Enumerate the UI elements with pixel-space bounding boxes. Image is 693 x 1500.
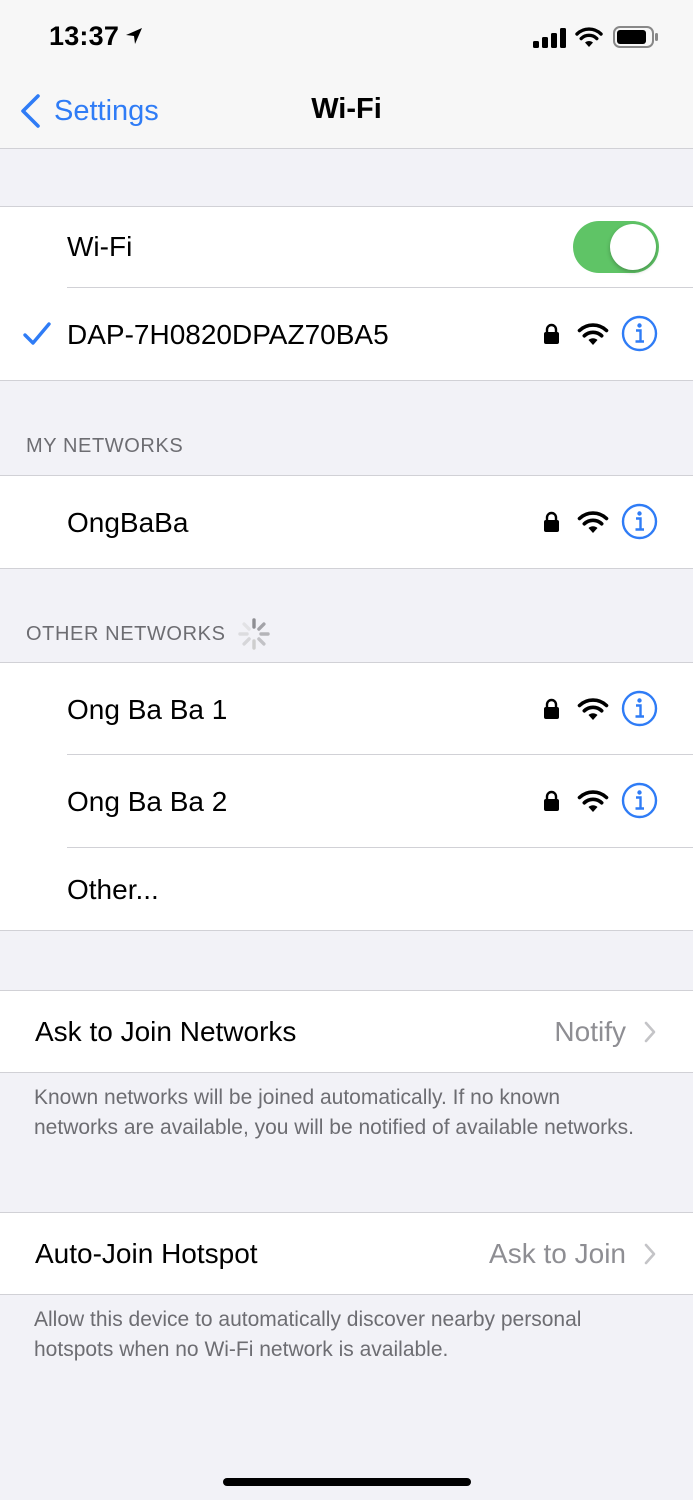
wifi-toggle-label: Wi-Fi [67, 231, 133, 262]
chevron-right-icon [644, 1021, 656, 1043]
network-name: Ong Ba Ba 2 [67, 786, 228, 817]
cellular-signal-icon [533, 28, 566, 48]
wifi-signal-icon [577, 790, 609, 812]
my-networks-header: MY NETWORKS [26, 435, 184, 457]
toggle-knob [610, 224, 656, 270]
location-arrow-icon [126, 28, 142, 44]
auto-join-hotspot-label: Auto-Join Hotspot [35, 1238, 258, 1269]
checkmark-icon [23, 322, 51, 345]
wifi-toggle[interactable] [573, 221, 659, 273]
lock-icon [544, 323, 559, 344]
auto-join-hotspot-footer: Allow this device to automatically disco… [34, 1308, 582, 1361]
auto-join-hotspot-row[interactable]: Auto-Join Hotspot Ask to Join [0, 1213, 693, 1294]
info-icon[interactable] [621, 690, 658, 727]
wifi-signal-icon [577, 511, 609, 533]
network-row[interactable]: Ong Ba Ba 1 [0, 663, 693, 755]
wifi-signal-icon [577, 323, 609, 345]
network-row[interactable]: OngBaBa [0, 476, 693, 568]
info-icon[interactable] [621, 503, 658, 540]
battery-icon [613, 26, 658, 48]
connected-network-row[interactable]: DAP-7H0820DPAZ70BA5 [0, 288, 693, 380]
status-bar: 13:37 [0, 0, 693, 76]
other-networks-group: Ong Ba Ba 1 Ong Ba Ba 2 Other... [0, 662, 693, 931]
status-time: 13:37 [49, 21, 120, 51]
other-network-row[interactable]: Other... [0, 848, 693, 930]
lock-icon [544, 511, 559, 532]
nav-bar: Settings Wi-Fi [0, 76, 693, 149]
home-indicator[interactable] [223, 1478, 471, 1486]
info-icon[interactable] [621, 782, 658, 819]
network-name: Ong Ba Ba 1 [67, 694, 228, 725]
wifi-status-icon [575, 27, 603, 47]
ask-to-join-label: Ask to Join Networks [35, 1016, 297, 1047]
auto-join-hotspot-group: Auto-Join Hotspot Ask to Join [0, 1212, 693, 1295]
loading-spinner-icon [238, 618, 270, 650]
ask-to-join-value: Notify [554, 1016, 626, 1047]
lock-icon [544, 698, 559, 719]
page-title: Wi-Fi [311, 93, 382, 125]
connected-network-name: DAP-7H0820DPAZ70BA5 [67, 319, 389, 350]
wifi-group: Wi-Fi DAP-7H0820DPAZ70BA5 [0, 206, 693, 381]
auto-join-hotspot-value: Ask to Join [489, 1238, 626, 1269]
info-icon[interactable] [621, 315, 658, 352]
wifi-toggle-row: Wi-Fi [0, 207, 693, 288]
my-networks-group: OngBaBa [0, 475, 693, 569]
other-network-label: Other... [67, 874, 159, 905]
ask-to-join-row[interactable]: Ask to Join Networks Notify [0, 991, 693, 1072]
network-name: OngBaBa [67, 507, 189, 538]
other-networks-header: OTHER NETWORKS [26, 623, 226, 645]
lock-icon [544, 790, 559, 811]
wifi-signal-icon [577, 698, 609, 720]
network-row[interactable]: Ong Ba Ba 2 [0, 755, 693, 848]
ask-to-join-footer: Known networks will be joined automatica… [34, 1086, 634, 1139]
chevron-right-icon [644, 1243, 656, 1265]
ask-to-join-group: Ask to Join Networks Notify [0, 990, 693, 1073]
